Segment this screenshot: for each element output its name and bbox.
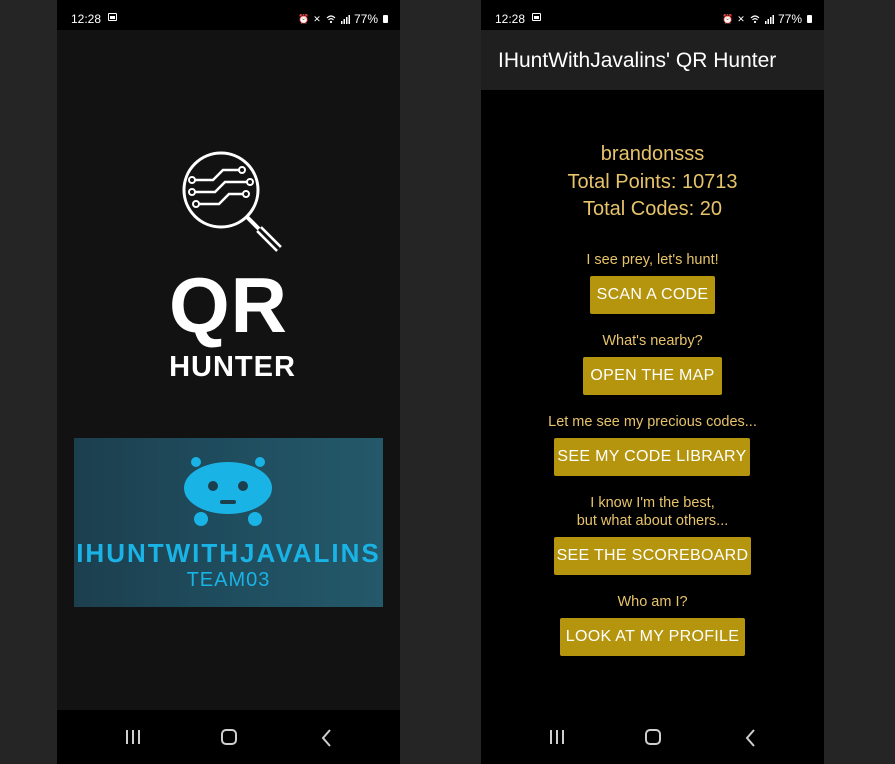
- mute-icon: ✕: [313, 14, 321, 24]
- logo-hunter-text: HUNTER: [169, 351, 296, 383]
- scan-code-button[interactable]: SCAN A CODE: [590, 276, 715, 314]
- open-map-button[interactable]: OPEN THE MAP: [583, 357, 722, 395]
- battery-icon: [383, 15, 388, 23]
- navigation-bar: [57, 710, 400, 764]
- back-icon[interactable]: [315, 728, 339, 748]
- total-codes: Total Codes: 20: [583, 198, 722, 220]
- app-bar: IHuntWithJavalins' QR Hunter: [481, 30, 824, 90]
- status-bar: 12:28 ⏰ ✕ 77%: [57, 0, 400, 30]
- home-icon[interactable]: [643, 728, 667, 748]
- mute-icon: ✕: [737, 14, 745, 24]
- alarm-icon: ⏰: [721, 14, 734, 24]
- code-library-button[interactable]: SEE MY CODE LIBRARY: [554, 438, 750, 476]
- total-points: Total Points: 10713: [567, 171, 738, 193]
- home-screen: 12:28 ⏰ ✕ 77% IHuntWithJavalins' QR Hunt…: [481, 0, 824, 764]
- username: brandonsss: [600, 143, 705, 165]
- navigation-bar: [481, 710, 824, 764]
- scoreboard-prompt-line2: but what about others...: [576, 513, 729, 529]
- scan-prompt: I see prey, let's hunt!: [586, 252, 719, 268]
- alarm-icon: ⏰: [297, 14, 310, 24]
- robot-mascot-icon: [184, 457, 272, 526]
- battery-percent: 77%: [353, 12, 378, 26]
- status-icons: ⏰ ✕ 77%: [298, 12, 388, 26]
- team-id: TEAM03: [186, 569, 271, 591]
- wifi-icon: [326, 14, 336, 24]
- status-time: 12:28: [495, 12, 526, 26]
- recent-apps-icon[interactable]: [546, 728, 570, 748]
- magnifier-circuit-icon: [182, 151, 282, 252]
- library-prompt: Let me see my precious codes...: [548, 414, 757, 430]
- profile-button[interactable]: LOOK AT MY PROFILE: [560, 618, 745, 656]
- logo-qr-text: QR: [169, 261, 288, 349]
- splash-screen: 12:28 ⏰ ✕ 77% QR HUNTER IHUNTWITHJAVALIN…: [57, 0, 400, 764]
- page-title: IHuntWithJavalins' QR Hunter: [498, 49, 777, 72]
- signal-icon: [764, 14, 774, 24]
- team-name: IHUNTWITHJAVALINS: [76, 538, 381, 568]
- map-prompt: What's nearby?: [602, 333, 703, 349]
- scoreboard-prompt-line1: I know I'm the best,: [590, 495, 715, 511]
- battery-percent: 77%: [777, 12, 802, 26]
- recent-apps-icon[interactable]: [122, 728, 146, 748]
- profile-prompt: Who am I?: [617, 594, 688, 610]
- image-icon: [108, 13, 117, 21]
- signal-icon: [340, 14, 350, 24]
- status-time: 12:28: [71, 12, 102, 26]
- team-banner: IHUNTWITHJAVALINS TEAM03: [74, 438, 383, 607]
- back-icon[interactable]: [739, 728, 763, 748]
- wifi-icon: [750, 14, 760, 24]
- image-icon: [532, 13, 541, 21]
- status-bar: 12:28 ⏰ ✕ 77%: [481, 0, 824, 30]
- battery-icon: [807, 15, 812, 23]
- scoreboard-button[interactable]: SEE THE SCOREBOARD: [554, 537, 751, 575]
- status-icons: ⏰ ✕ 77%: [722, 12, 812, 26]
- home-icon[interactable]: [219, 728, 243, 748]
